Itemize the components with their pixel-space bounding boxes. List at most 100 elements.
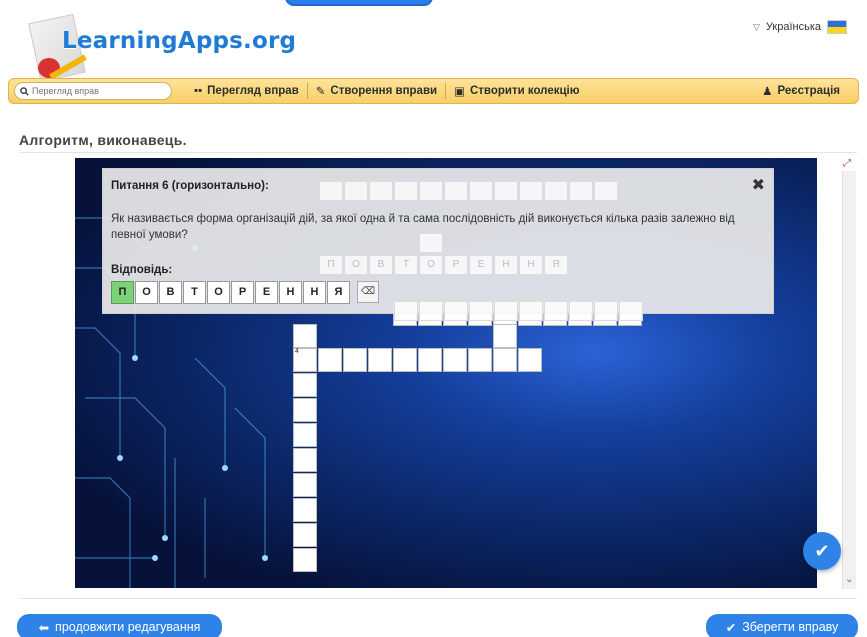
search-icon	[20, 86, 29, 96]
answer-letter-box[interactable]: Н	[279, 281, 302, 304]
answer-letter-box[interactable]: П	[111, 281, 134, 304]
nav-collection-label: Створити колекцію	[469, 85, 580, 97]
ghost-cell	[319, 181, 343, 201]
logo-text: LearningApps.org	[62, 28, 297, 54]
ghost-cell	[619, 301, 643, 321]
nav-register[interactable]: ♟ Реєстрація	[754, 84, 848, 98]
ghost-cell	[494, 181, 518, 201]
ghost-cell	[394, 181, 418, 201]
ghost-cell	[344, 181, 368, 201]
top-pill-button[interactable]	[285, 0, 433, 6]
close-icon[interactable]: ✖	[752, 175, 765, 195]
nav-browse[interactable]: ▪▪ Перегляд вправ	[186, 85, 307, 97]
save-exercise-label: Зберегти вправу	[742, 620, 839, 634]
ghost-cell	[419, 301, 443, 321]
divider	[19, 152, 857, 153]
ghost-cell	[519, 181, 543, 201]
nav-register-label: Реєстрація	[777, 85, 840, 97]
grid-cell[interactable]	[418, 348, 442, 372]
save-exercise-button[interactable]: ✔ Зберегти вправу	[706, 614, 858, 637]
answer-letter-box[interactable]: Я	[327, 281, 350, 304]
answer-letter-box[interactable]: Н	[303, 281, 326, 304]
ghost-cell	[469, 181, 493, 201]
nav-create[interactable]: ✎ Створення вправи	[308, 84, 445, 98]
grid-cell[interactable]	[293, 473, 317, 497]
grid-cell[interactable]	[468, 348, 492, 372]
ghost-cell	[569, 301, 593, 321]
grid-cell[interactable]	[293, 324, 317, 348]
grid-cell[interactable]	[318, 348, 342, 372]
dropdown-arrow-icon: ▽	[753, 21, 760, 32]
answer-letter-box[interactable]: В	[159, 281, 182, 304]
ghost-letter: Е	[469, 255, 493, 275]
grid-cell[interactable]	[293, 423, 317, 447]
grid-cell[interactable]	[293, 448, 317, 472]
divider	[19, 598, 857, 599]
nav-browse-label: Перегляд вправ	[207, 85, 299, 97]
answer-letter-box[interactable]: Р	[231, 281, 254, 304]
ghost-cell	[444, 181, 468, 201]
check-answers-button[interactable]: ✔	[803, 532, 841, 570]
grid-cell[interactable]	[293, 548, 317, 572]
ghost-letter: Н	[519, 255, 543, 275]
ghost-cell	[544, 181, 568, 201]
ghost-letter: Н	[494, 255, 518, 275]
grid-icon: ▪▪	[194, 85, 203, 97]
ghost-letter: Я	[544, 255, 568, 275]
answer-label: Відповідь:	[111, 264, 173, 276]
nav-collection[interactable]: ▣ Створити колекцію	[446, 84, 587, 98]
answer-letter-box[interactable]: О	[135, 281, 158, 304]
checkmark-icon: ✔	[725, 620, 737, 635]
logo[interactable]: LearningApps.org	[20, 13, 300, 84]
search-input[interactable]	[32, 86, 152, 96]
ghost-letter: В	[369, 255, 393, 275]
ghost-cell	[419, 181, 443, 201]
fullscreen-icon[interactable]: ⤢	[843, 158, 851, 169]
language-label: Українська	[765, 21, 821, 33]
grid-cell[interactable]	[343, 348, 367, 372]
answer-letter-box[interactable]: Е	[255, 281, 278, 304]
question-title: Питання 6 (горизонтально):	[111, 180, 269, 192]
ghost-letter: О	[419, 255, 443, 275]
navbar: ▪▪ Перегляд вправ ✎ Створення вправи ▣ С…	[8, 78, 859, 104]
ghost-cell	[519, 301, 543, 321]
search-box[interactable]	[14, 82, 172, 100]
ghost-cell	[544, 301, 568, 321]
ghost-letter: Т	[394, 255, 418, 275]
continue-editing-button[interactable]: ⬅ продовжити редагування	[17, 614, 222, 637]
continue-editing-label: продовжити редагування	[55, 620, 201, 634]
grid-cell[interactable]	[443, 348, 467, 372]
grid-cell[interactable]	[293, 373, 317, 397]
question-dialog: П О В Т О Р Е Н Н Я Питання 6 (горизонта…	[102, 168, 774, 321]
arrow-left-icon: ⬅	[38, 620, 50, 635]
ghost-cell	[594, 181, 618, 201]
grid-cell[interactable]	[493, 348, 517, 372]
language-selector[interactable]: ▽ Українська	[753, 20, 847, 34]
checkmark-icon: ✔	[814, 541, 830, 561]
ghost-cell	[594, 301, 618, 321]
question-text: Як називається форма організацій дій, за…	[111, 213, 735, 241]
grid-cell[interactable]	[493, 324, 517, 348]
pencil-icon: ✎	[315, 86, 326, 98]
scrollbar[interactable]	[842, 171, 856, 589]
grid-cell[interactable]	[293, 398, 317, 422]
ghost-cell	[469, 301, 493, 321]
ghost-cell	[369, 181, 393, 201]
answer-letter-box[interactable]: Т	[183, 281, 206, 304]
grid-cell[interactable]: 4	[293, 348, 317, 372]
scroll-down-icon[interactable]: ⌄	[845, 574, 853, 585]
grid-cell[interactable]	[293, 523, 317, 547]
grid-cell[interactable]	[393, 348, 417, 372]
answer-input[interactable]: П О В Т О Р Е Н Н Я ⌫	[111, 281, 379, 304]
ghost-cell	[494, 301, 518, 321]
ghost-letter: П	[319, 255, 343, 275]
collection-icon: ▣	[454, 86, 465, 98]
grid-cell[interactable]	[368, 348, 392, 372]
ghost-cell	[394, 301, 418, 321]
backspace-icon[interactable]: ⌫	[357, 281, 379, 303]
clue-number: 4	[295, 348, 299, 355]
page-title: Алгоритм, виконавець.	[19, 132, 187, 148]
answer-letter-box[interactable]: О	[207, 281, 230, 304]
grid-cell[interactable]	[518, 348, 542, 372]
grid-cell[interactable]	[293, 498, 317, 522]
